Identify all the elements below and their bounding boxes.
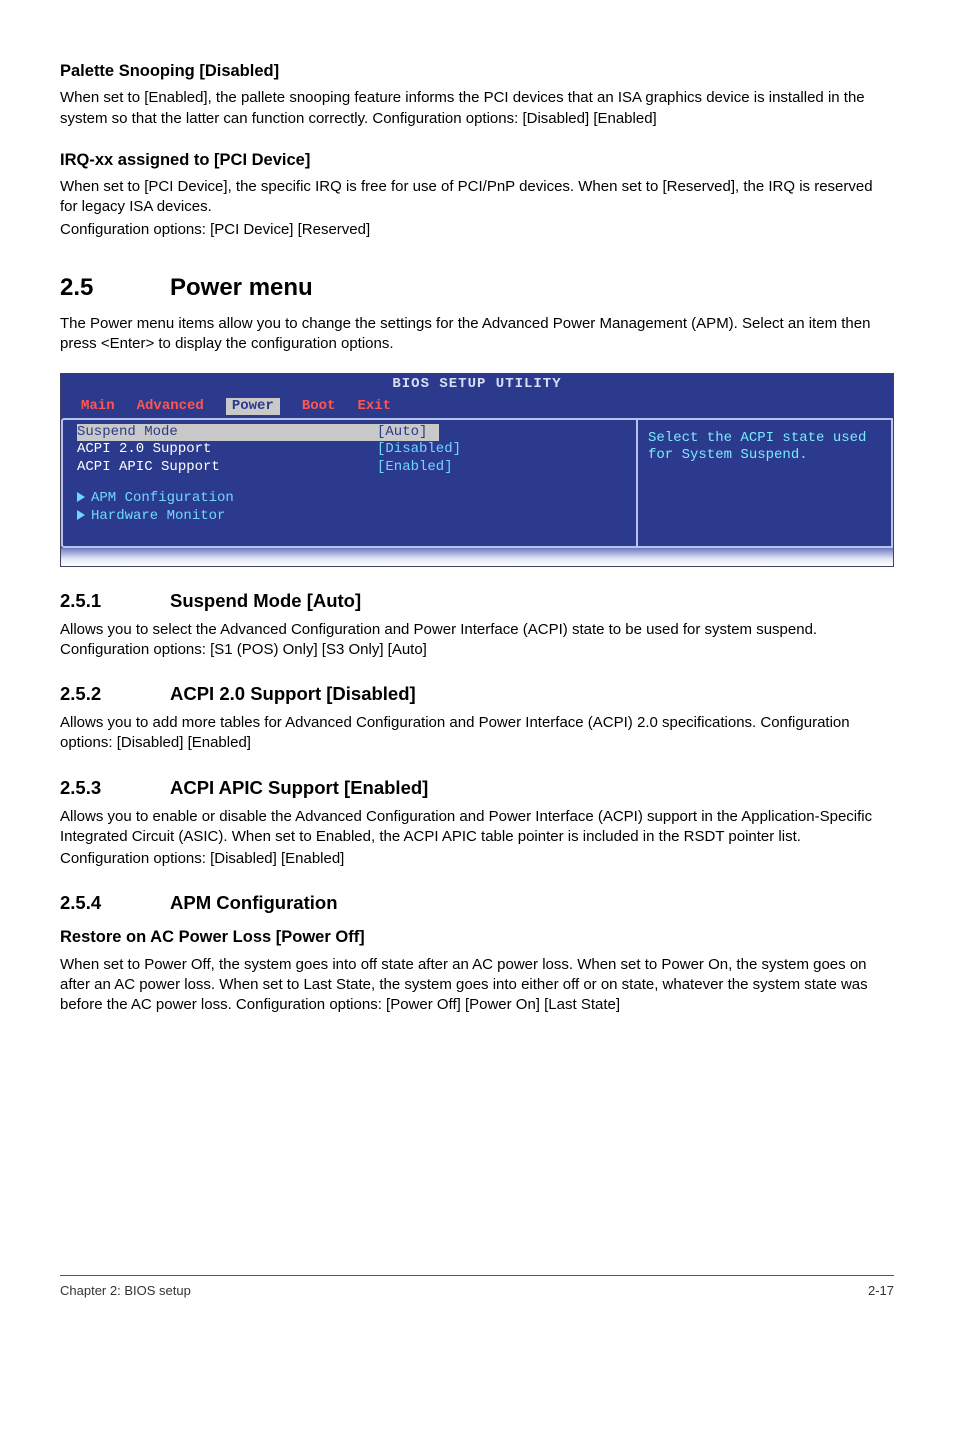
bios-title-banner: BIOS SETUP UTILITY: [61, 376, 893, 394]
bios-row-acpi20-value: [Disabled]: [377, 441, 461, 459]
bios-tab-exit[interactable]: Exit: [357, 398, 391, 416]
bios-sub-hwmon[interactable]: Hardware Monitor: [63, 508, 636, 526]
bios-tabs: Main Advanced Power Boot Exit: [61, 396, 893, 418]
bios-left-pane: Suspend Mode [Auto] ACPI 2.0 Support [Di…: [61, 418, 638, 548]
title-2-5-4: APM Configuration: [170, 892, 338, 913]
section-2-5-intro: The Power menu items allow you to change…: [60, 314, 894, 355]
bios-body: Suspend Mode [Auto] ACPI 2.0 Support [Di…: [61, 418, 893, 548]
section-2-5-num: 2.5: [60, 272, 170, 304]
title-2-5-3: ACPI APIC Support [Enabled]: [170, 777, 428, 798]
triangle-right-icon: [77, 510, 85, 520]
bios-row-acpiapic[interactable]: ACPI APIC Support [Enabled]: [63, 459, 636, 477]
bios-tab-power[interactable]: Power: [226, 398, 280, 416]
num-2-5-1: 2.5.1: [60, 589, 170, 614]
title-2-5-2: ACPI 2.0 Support [Disabled]: [170, 683, 416, 704]
heading-palette: Palette Snooping [Disabled]: [60, 60, 894, 82]
bios-row-suspend-label: Suspend Mode: [77, 424, 377, 442]
num-2-5-3: 2.5.3: [60, 776, 170, 801]
heading-2-5-1: 2.5.1Suspend Mode [Auto]: [60, 589, 894, 614]
bios-window: BIOS SETUP UTILITY Main Advanced Power B…: [60, 373, 894, 567]
bios-help-pane: Select the ACPI state used for System Su…: [638, 418, 893, 548]
bios-help-text: Select the ACPI state used for System Su…: [648, 430, 866, 464]
title-2-5-1: Suspend Mode [Auto]: [170, 590, 361, 611]
bios-row-suspend[interactable]: Suspend Mode [Auto]: [63, 424, 636, 442]
bios-row-acpiapic-value: [Enabled]: [377, 459, 453, 477]
bios-row-suspend-value: [Auto]: [377, 424, 439, 442]
bios-tab-boot[interactable]: Boot: [302, 398, 336, 416]
heading-2-5-2: 2.5.2ACPI 2.0 Support [Disabled]: [60, 682, 894, 707]
bios-sub-apm-label: APM Configuration: [91, 490, 234, 506]
body-irq-1: When set to [PCI Device], the specific I…: [60, 177, 894, 218]
heading-2-5-4: 2.5.4APM Configuration: [60, 891, 894, 916]
heading-restore-ac: Restore on AC Power Loss [Power Off]: [60, 926, 894, 948]
section-2-5-title: 2.5Power menu: [60, 272, 894, 304]
heading-irq: IRQ-xx assigned to [PCI Device]: [60, 149, 894, 171]
num-2-5-4: 2.5.4: [60, 891, 170, 916]
bios-fade: [61, 548, 893, 566]
body-restore-ac: When set to Power Off, the system goes i…: [60, 955, 894, 1016]
body-2-5-3-a: Allows you to enable or disable the Adva…: [60, 807, 894, 848]
bios-titlebar: BIOS SETUP UTILITY: [61, 374, 893, 396]
triangle-right-icon: [77, 492, 85, 502]
heading-2-5-3: 2.5.3ACPI APIC Support [Enabled]: [60, 776, 894, 801]
section-2-5-text: Power menu: [170, 274, 313, 301]
body-2-5-1: Allows you to select the Advanced Config…: [60, 620, 894, 661]
num-2-5-2: 2.5.2: [60, 682, 170, 707]
bios-sub-hwmon-label: Hardware Monitor: [91, 508, 225, 524]
bios-row-acpi20-label: ACPI 2.0 Support: [77, 441, 377, 459]
bios-tab-advanced[interactable]: Advanced: [137, 398, 204, 416]
bios-sub-apm[interactable]: APM Configuration: [63, 490, 636, 508]
body-2-5-2: Allows you to add more tables for Advanc…: [60, 713, 894, 754]
bios-row-acpiapic-label: ACPI APIC Support: [77, 459, 377, 477]
body-2-5-3-b: Configuration options: [Disabled] [Enabl…: [60, 849, 894, 869]
body-irq-2: Configuration options: [PCI Device] [Res…: [60, 220, 894, 240]
footer-left: Chapter 2: BIOS setup: [60, 1282, 191, 1300]
footer-right: 2-17: [868, 1282, 894, 1300]
body-palette: When set to [Enabled], the pallete snoop…: [60, 88, 894, 129]
bios-tab-main[interactable]: Main: [81, 398, 115, 416]
bios-row-acpi20[interactable]: ACPI 2.0 Support [Disabled]: [63, 441, 636, 459]
page-footer: Chapter 2: BIOS setup 2-17: [60, 1275, 894, 1300]
